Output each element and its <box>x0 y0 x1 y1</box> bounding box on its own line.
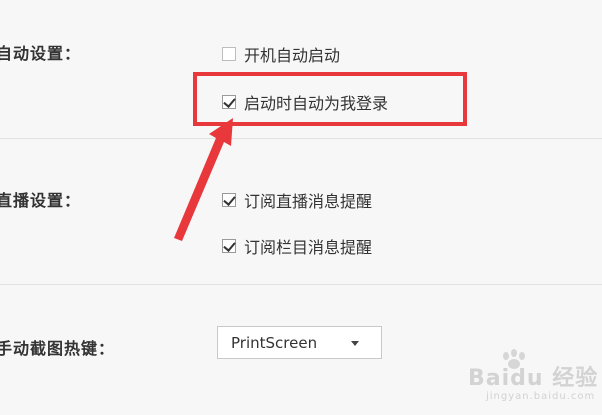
watermark-text: Baidu 经验 <box>468 366 599 391</box>
watermark-subtext: jingyan.baidu.com <box>486 391 596 402</box>
settings-panel: 自动设置： 开机自动启动 启动时自动为我登录 直播设置： 订阅直播消息提醒 订阅… <box>0 0 602 415</box>
